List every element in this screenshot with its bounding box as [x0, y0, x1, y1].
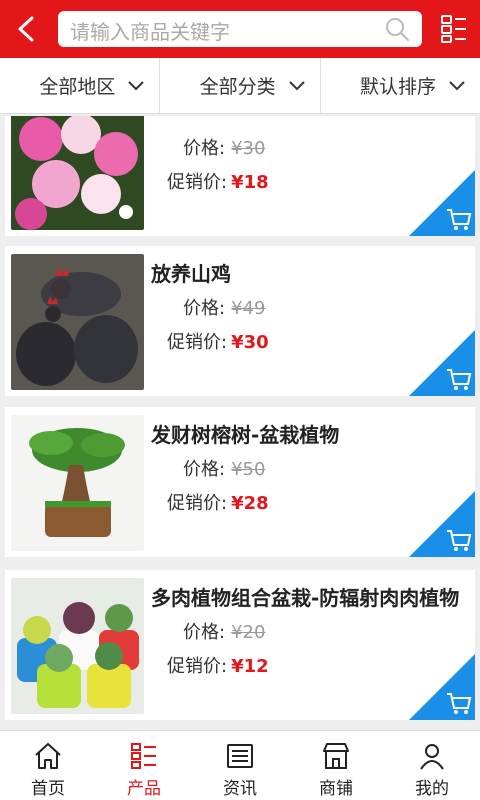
price-row: 价格: ¥49 — [183, 294, 265, 320]
product-title: 放养山鸡 — [151, 262, 231, 286]
add-to-cart-icon[interactable] — [409, 654, 475, 720]
filter-label: 全部地区 — [39, 76, 116, 98]
product-image-pink-flowers — [11, 116, 144, 230]
promo-row: 促销价: ¥28 — [167, 489, 269, 515]
promo-label: 促销价: — [167, 172, 228, 193]
tab-label: 资讯 — [223, 779, 257, 799]
home-icon — [35, 743, 61, 769]
news-icon — [227, 744, 253, 768]
filter-bar: 全部地区 全部分类 默认排序 — [0, 58, 480, 114]
chevron-down-icon — [449, 80, 465, 90]
add-to-cart-icon[interactable] — [409, 330, 475, 396]
promo-price: ¥28 — [231, 493, 269, 514]
add-to-cart-icon[interactable] — [409, 491, 475, 557]
promo-price: ¥18 — [231, 172, 269, 193]
product-card[interactable]: 价格: ¥30 促销价: ¥18 — [5, 116, 475, 236]
price-label: 价格: — [183, 138, 226, 159]
product-title: 发财树榕树-盆栽植物 — [151, 423, 340, 447]
product-title: 多肉植物组合盆栽-防辐射肉肉植物 — [151, 586, 460, 610]
bottom-tab-bar: 首页 产品 资讯 商铺 我的 — [0, 730, 480, 800]
search-input[interactable]: 请输入商品关键字 — [58, 11, 422, 47]
product-image-succulents — [11, 578, 144, 714]
price-row: 价格: ¥50 — [183, 455, 265, 481]
chevron-down-icon — [128, 80, 145, 90]
tab-label: 商铺 — [319, 779, 353, 799]
promo-price: ¥30 — [231, 332, 269, 353]
filter-category[interactable]: 全部分类 — [160, 58, 321, 113]
product-image-bonsai — [11, 415, 144, 551]
chevron-down-icon — [288, 80, 305, 90]
tab-profile[interactable]: 我的 — [384, 731, 480, 800]
promo-label: 促销价: — [167, 656, 228, 677]
price-row: 价格: ¥30 — [183, 134, 265, 160]
tab-products[interactable]: 产品 — [96, 731, 192, 800]
original-price: ¥49 — [231, 298, 266, 319]
user-icon — [420, 744, 444, 770]
search-placeholder: 请输入商品关键字 — [70, 20, 230, 44]
grid-list-icon — [131, 743, 156, 769]
product-card[interactable]: 放养山鸡 价格: ¥49 促销价: ¥30 — [5, 246, 475, 396]
filter-label: 全部分类 — [199, 76, 276, 98]
tab-label: 产品 — [127, 779, 161, 799]
back-arrow-icon[interactable] — [8, 10, 46, 48]
product-card[interactable]: 多肉植物组合盆栽-防辐射肉肉植物 价格: ¥20 促销价: ¥12 — [5, 570, 475, 720]
original-price: ¥20 — [231, 622, 266, 643]
product-list: 价格: ¥30 促销价: ¥18 放养山鸡 价格: ¥49 促销价: ¥30 发… — [0, 116, 480, 728]
price-label: 价格: — [183, 622, 226, 643]
product-card[interactable]: 发财树榕树-盆栽植物 价格: ¥50 促销价: ¥28 — [5, 407, 475, 557]
add-to-cart-icon[interactable] — [409, 170, 475, 236]
price-row: 价格: ¥20 — [183, 618, 265, 644]
product-image-chickens — [11, 254, 144, 390]
filter-region[interactable]: 全部地区 — [0, 58, 161, 113]
promo-row: 促销价: ¥12 — [167, 652, 269, 678]
original-price: ¥50 — [231, 459, 266, 480]
tab-home[interactable]: 首页 — [0, 731, 96, 800]
tab-label: 首页 — [31, 779, 65, 799]
tab-label: 我的 — [415, 779, 449, 799]
category-menu-icon[interactable] — [440, 14, 468, 44]
promo-price: ¥12 — [231, 656, 269, 677]
promo-label: 促销价: — [167, 493, 228, 514]
promo-row: 促销价: ¥30 — [167, 328, 269, 354]
original-price: ¥30 — [231, 138, 266, 159]
promo-label: 促销价: — [167, 332, 228, 353]
price-label: 价格: — [183, 459, 226, 480]
promo-row: 促销价: ¥18 — [167, 168, 269, 194]
price-label: 价格: — [183, 298, 226, 319]
shop-icon — [323, 743, 349, 769]
filter-label: 默认排序 — [359, 76, 436, 98]
tab-shops[interactable]: 商铺 — [288, 731, 384, 800]
search-icon[interactable] — [384, 16, 410, 42]
filter-sort[interactable]: 默认排序 — [321, 58, 480, 113]
tab-news[interactable]: 资讯 — [192, 731, 288, 800]
top-bar: 请输入商品关键字 — [0, 0, 480, 58]
